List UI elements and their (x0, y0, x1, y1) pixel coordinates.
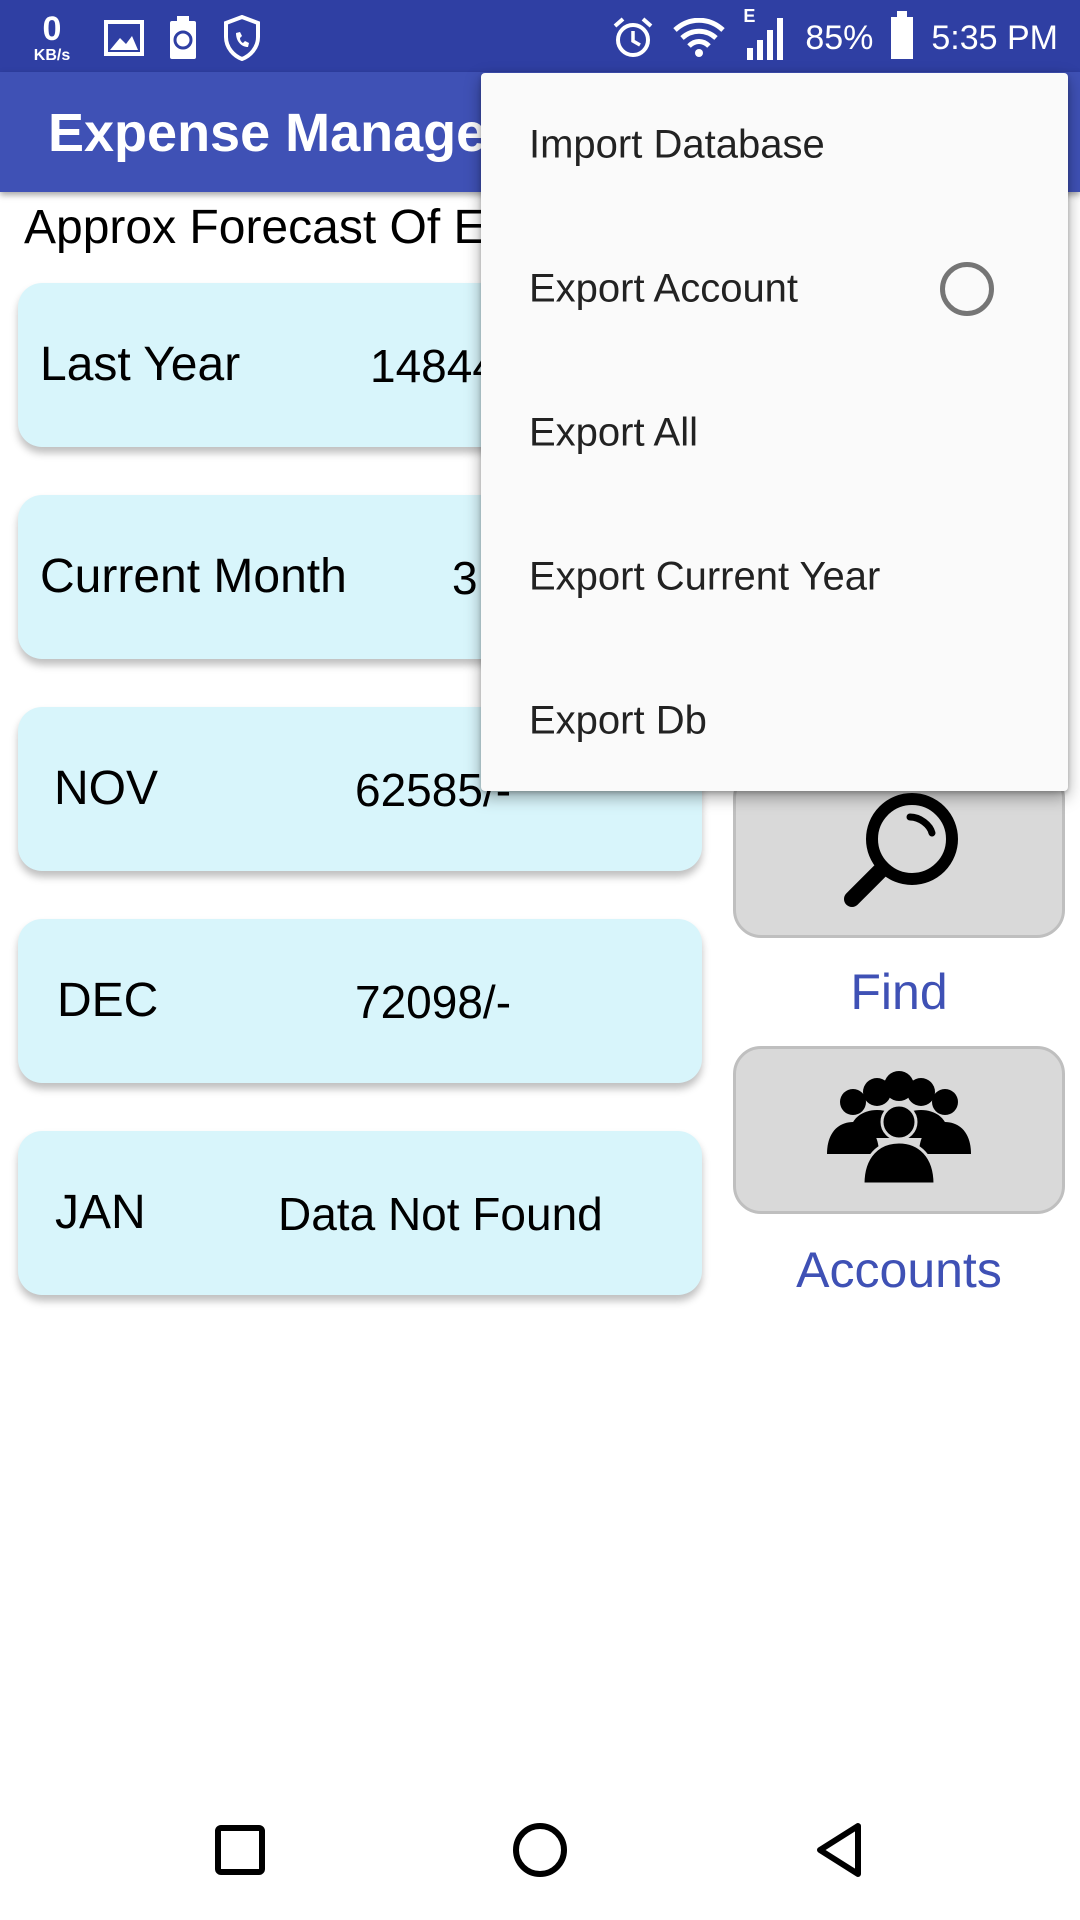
network-speed: 0 KB/s (24, 12, 80, 64)
alarm-icon (611, 16, 655, 60)
menu-item-export-current-year[interactable]: Export Current Year (481, 505, 1068, 649)
card-label: JAN (55, 1186, 146, 1239)
status-bar: 0 KB/s E 85% 5:35 PM (0, 0, 1080, 72)
recents-icon[interactable] (200, 1810, 280, 1890)
cell-signal-icon: E (743, 6, 787, 62)
app-title: Expense Manager (48, 103, 508, 163)
people-icon (819, 1068, 979, 1193)
export-account-radio[interactable] (940, 262, 994, 316)
network-speed-value: 0 (42, 10, 62, 48)
card-label: NOV (54, 762, 159, 815)
menu-item-export-db[interactable]: Export Db (481, 649, 1068, 793)
card-value: 72098/- (355, 976, 512, 1028)
shield-icon (222, 15, 262, 61)
card-value: Data Not Found (278, 1188, 603, 1240)
card-jan[interactable]: JAN Data Not Found (18, 1131, 702, 1295)
card-label: Current Month (40, 550, 347, 603)
menu-item-label: Export Account (529, 266, 799, 311)
accounts-label[interactable]: Accounts (733, 1241, 1065, 1299)
card-label: DEC (57, 974, 159, 1027)
menu-item-label: Export All (529, 410, 698, 455)
accounts-button[interactable] (733, 1046, 1065, 1214)
find-label[interactable]: Find (733, 963, 1065, 1021)
menu-item-label: Export Current Year (529, 554, 881, 599)
wifi-icon (673, 18, 726, 58)
image-icon (104, 20, 144, 56)
card-dec[interactable]: DEC 72098/- (18, 919, 702, 1083)
menu-item-export-account[interactable]: Export Account (481, 217, 1068, 361)
overflow-menu: Import Database Export Account Export Al… (481, 73, 1068, 791)
menu-item-export-all[interactable]: Export All (481, 361, 1068, 505)
navigation-bar (0, 1780, 1080, 1920)
search-icon (834, 787, 964, 922)
battery-saver-icon (168, 16, 198, 60)
network-type: E (743, 6, 756, 26)
card-value: 3 (452, 552, 478, 604)
menu-item-import-database[interactable]: Import Database (481, 73, 1068, 217)
battery-percent: 85% (805, 18, 874, 57)
menu-item-label: Import Database (529, 122, 825, 167)
status-bar-right: E 85% 5:35 PM (611, 6, 1058, 68)
card-label: Last Year (40, 338, 241, 391)
menu-item-label: Export Db (529, 698, 707, 743)
status-bar-left: 0 KB/s (24, 8, 262, 68)
back-icon[interactable] (800, 1810, 880, 1890)
find-button[interactable] (733, 770, 1065, 938)
network-speed-unit: KB/s (33, 47, 71, 64)
clock: 5:35 PM (931, 18, 1058, 57)
home-icon[interactable] (500, 1810, 580, 1890)
battery-icon (891, 11, 914, 59)
